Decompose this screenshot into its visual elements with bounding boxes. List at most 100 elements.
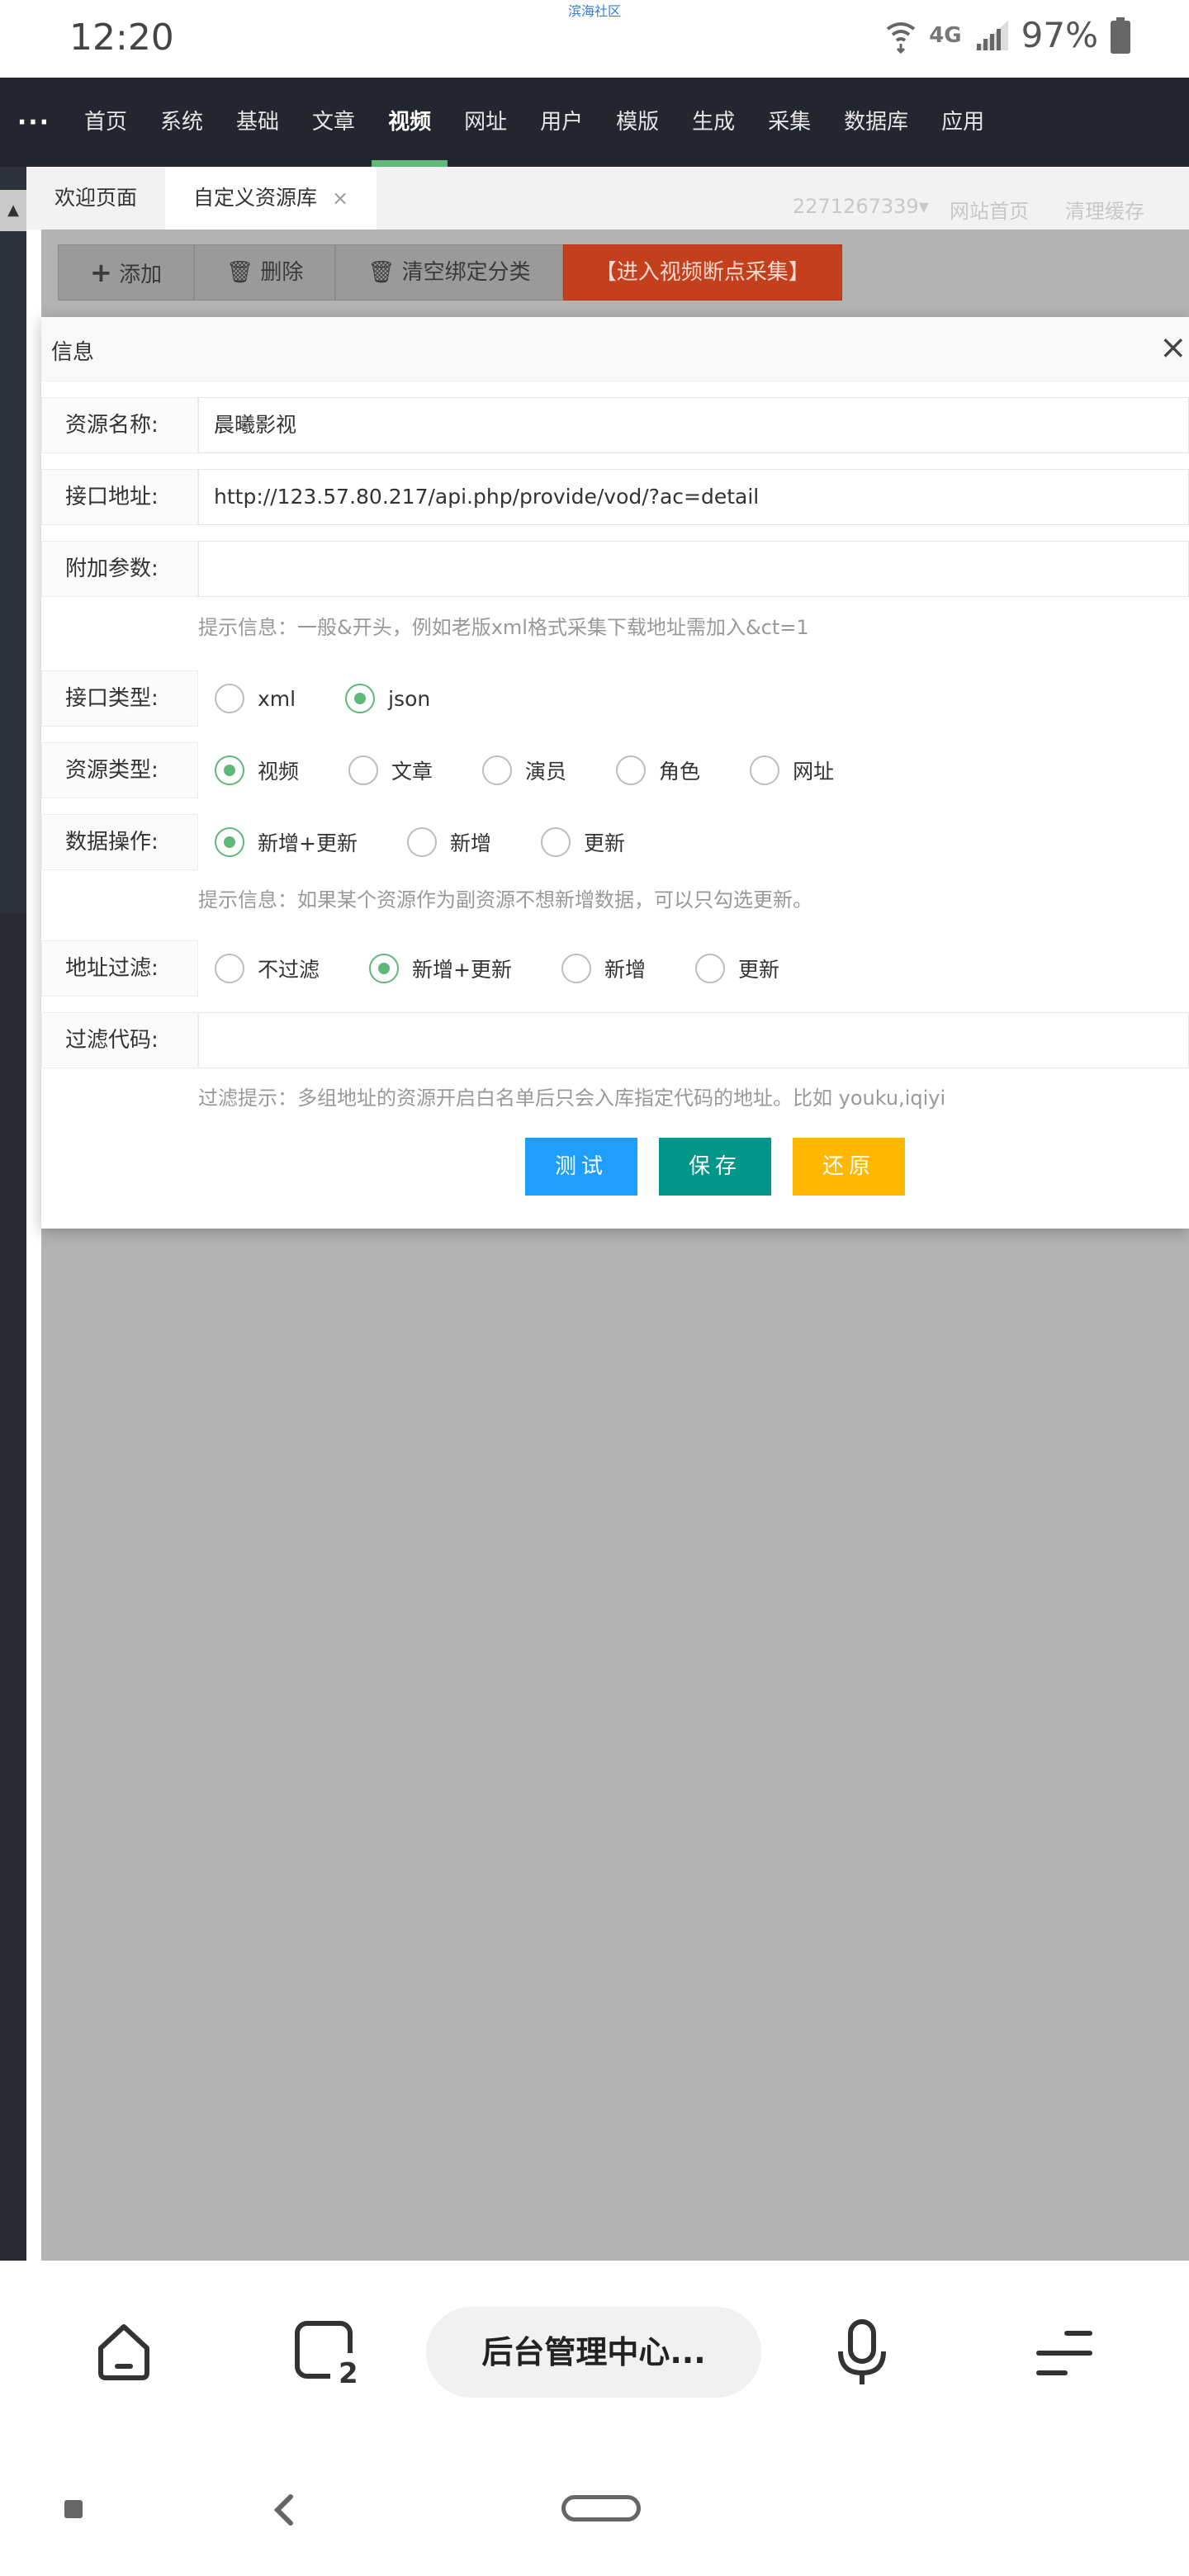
nav-item-system[interactable]: 系统 — [144, 78, 220, 167]
info-dialog: 信息 × 资源名称: 晨曦影视 接口地址: http://123.57.80.2… — [41, 317, 1189, 1229]
faded-clear-cache: 清理缓存 — [1065, 200, 1144, 223]
url-filter-radios: 不过滤 新增+更新 新增 更新 — [215, 940, 829, 997]
radio-filter-add[interactable]: 新增 — [561, 954, 646, 983]
nav-item-article[interactable]: 文章 — [296, 78, 372, 167]
radio-label: 视频 — [258, 760, 300, 784]
radio-filter-update[interactable]: 更新 — [694, 954, 779, 983]
row-url-filter: 地址过滤: 不过滤 新增+更新 新增 更新 — [41, 940, 1189, 997]
row-filter-code: 过滤代码: — [41, 1012, 1189, 1068]
home-pill-button[interactable] — [561, 2495, 641, 2522]
extra-params-input[interactable] — [198, 541, 1189, 597]
radio-add-update[interactable]: 新增+更新 — [215, 827, 358, 857]
reset-button[interactable]: 还原 — [793, 1138, 906, 1196]
radio-label: 更新 — [737, 958, 779, 982]
nav-item-generate[interactable]: 生成 — [675, 78, 751, 167]
row-api-url: 接口地址: http://123.57.80.217/api.php/provi… — [41, 469, 1189, 525]
nav-item-basic[interactable]: 基础 — [220, 78, 296, 167]
radio-circle — [540, 827, 571, 857]
save-button[interactable]: 保存 — [659, 1138, 772, 1196]
test-button[interactable]: 测试 — [525, 1138, 638, 1196]
extra-params-hint: 提示信息：一般&开头，例如老版xml格式采集下载地址需加入&ct=1 — [198, 616, 809, 639]
enter-breakpoint-collect-button[interactable]: 【进入视频断点采集】 — [562, 244, 842, 301]
nav-item-apps[interactable]: 应用 — [925, 78, 1001, 167]
nav-item-url[interactable]: 网址 — [448, 78, 523, 167]
dialog-title: 信息 — [51, 340, 95, 365]
recents-button[interactable] — [64, 2500, 83, 2518]
status-time: 12:20 — [69, 17, 174, 59]
radio-filter-add-update[interactable]: 新增+更新 — [369, 954, 512, 983]
radio-actor[interactable]: 演员 — [482, 755, 566, 785]
radio-video[interactable]: 视频 — [215, 755, 299, 785]
row-resource-type: 资源类型: 视频 文章 演员 角色 网址 — [41, 742, 1189, 798]
radio-add[interactable]: 新增 — [406, 827, 491, 857]
back-icon[interactable] — [272, 2493, 296, 2526]
add-button[interactable]: + 添加 — [58, 244, 195, 301]
svg-text:2: 2 — [339, 2357, 358, 2386]
filter-code-input[interactable] — [198, 1012, 1189, 1068]
microphone-icon[interactable] — [834, 2318, 890, 2388]
trash-icon: 🗑 — [367, 260, 396, 285]
radio-json[interactable]: json — [345, 684, 430, 713]
faded-site-home: 网站首页 — [950, 200, 1029, 223]
radio-no-filter[interactable]: 不过滤 — [215, 954, 320, 983]
nav-more-button[interactable]: ··· — [0, 108, 68, 137]
resource-type-label: 资源类型: — [41, 742, 198, 798]
api-url-input[interactable]: http://123.57.80.217/api.php/provide/vod… — [198, 469, 1189, 525]
radio-label: 新增 — [449, 831, 491, 855]
radio-circle — [406, 827, 437, 857]
radio-website[interactable]: 网址 — [750, 755, 834, 785]
menu-icon[interactable] — [1035, 2327, 1093, 2379]
address-bar[interactable]: 后台管理中心... — [426, 2307, 761, 2398]
radio-circle — [482, 755, 513, 785]
filter-code-label: 过滤代码: — [41, 1012, 198, 1068]
battery-icon — [1111, 17, 1130, 54]
radio-circle — [561, 954, 591, 983]
close-icon[interactable]: × — [1159, 329, 1189, 367]
radio-label: 新增+更新 — [412, 958, 512, 982]
home-icon[interactable] — [92, 2320, 155, 2383]
resource-name-input[interactable]: 晨曦影视 — [198, 397, 1189, 453]
radio-xml[interactable]: xml — [215, 684, 296, 713]
resource-type-radios: 视频 文章 演员 角色 网址 — [215, 742, 883, 798]
faded-user-menu: 2271267339▾ — [793, 195, 929, 218]
filter-code-hint: 过滤提示：多组地址的资源开启白名单后只会入库指定代码的地址。比如 youku,i… — [198, 1087, 946, 1110]
radio-label: xml — [258, 686, 296, 711]
nav-item-database[interactable]: 数据库 — [827, 78, 925, 167]
radio-circle — [750, 755, 780, 785]
trash-icon: 🗑 — [226, 260, 254, 285]
clear-bindings-button[interactable]: 🗑 清空绑定分类 — [335, 244, 563, 301]
nav-item-user[interactable]: 用户 — [523, 78, 599, 167]
radio-circle-selected — [215, 755, 244, 785]
tabs-icon[interactable]: 2 — [294, 2320, 363, 2386]
nav-item-video[interactable]: 视频 — [372, 78, 448, 167]
status-bar: 12:20 滨海社区 4G 97% — [0, 0, 1189, 78]
status-icons: 4G 97% — [884, 15, 1131, 55]
radio-article[interactable]: 文章 — [348, 755, 433, 785]
extra-params-label: 附加参数: — [41, 541, 198, 597]
browser-bottom-bar: 2 后台管理中心... — [0, 2261, 1189, 2442]
sidebar-toggle-button[interactable]: ▲ — [0, 190, 26, 231]
nav-item-collect[interactable]: 采集 — [751, 78, 827, 167]
battery-percent: 97% — [1021, 15, 1098, 55]
row-resource-name: 资源名称: 晨曦影视 — [41, 397, 1189, 453]
tab-custom-resource[interactable]: 自定义资源库 × — [165, 167, 377, 230]
radio-circle — [215, 684, 244, 713]
radio-label: 网址 — [793, 760, 835, 784]
resource-name-label: 资源名称: — [41, 397, 198, 453]
radio-label: 不过滤 — [258, 958, 320, 982]
data-operation-hint: 提示信息：如果某个资源作为副资源不想新增数据，可以只勾选更新。 — [198, 888, 812, 912]
radio-role[interactable]: 角色 — [616, 755, 700, 785]
network-type: 4G — [929, 22, 962, 48]
nav-item-template[interactable]: 模版 — [599, 78, 675, 167]
delete-button[interactable]: 🗑 删除 — [194, 244, 336, 301]
data-operation-radios: 新增+更新 新增 更新 — [215, 814, 675, 870]
radio-label: 新增+更新 — [258, 831, 358, 855]
nav-item-home[interactable]: 首页 — [68, 78, 144, 167]
tab-welcome[interactable]: 欢迎页面 — [26, 167, 165, 230]
clear-label: 清空绑定分类 — [401, 260, 531, 285]
radio-circle-selected — [215, 827, 244, 857]
tab-welcome-label: 欢迎页面 — [54, 186, 138, 210]
data-operation-label: 数据操作: — [41, 814, 198, 870]
close-tab-icon[interactable]: × — [332, 187, 348, 210]
radio-update[interactable]: 更新 — [540, 827, 625, 857]
